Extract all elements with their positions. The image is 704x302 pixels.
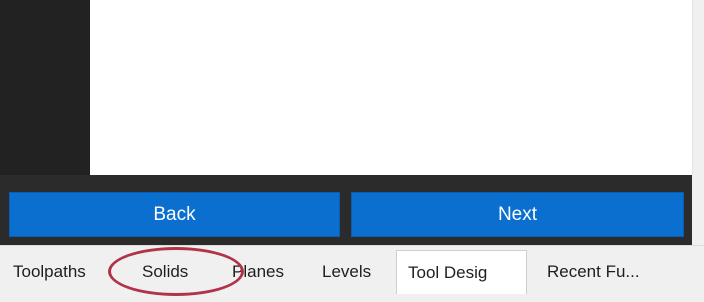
next-button-label: Next bbox=[497, 203, 538, 225]
next-button[interactable]: Next bbox=[351, 192, 684, 237]
tab-tool-design[interactable]: Tool Desig bbox=[396, 250, 527, 294]
back-button[interactable]: Back bbox=[9, 192, 340, 237]
navigation-button-bar: Back Next bbox=[0, 175, 692, 245]
manager-tab-strip: Toolpaths Solids Planes Levels Tool Desi… bbox=[0, 245, 704, 302]
content-area bbox=[0, 0, 704, 175]
right-edge-filler bbox=[692, 175, 704, 245]
back-button-label: Back bbox=[153, 203, 196, 225]
tab-recent-functions[interactable]: Recent Fu... bbox=[547, 252, 640, 292]
tab-toolpaths[interactable]: Toolpaths bbox=[13, 252, 113, 292]
tab-levels[interactable]: Levels bbox=[322, 252, 371, 292]
tab-solids[interactable]: Solids bbox=[142, 252, 188, 292]
right-scroll-edge bbox=[692, 0, 704, 175]
tab-planes[interactable]: Planes bbox=[232, 252, 284, 292]
left-dark-panel bbox=[0, 0, 90, 175]
